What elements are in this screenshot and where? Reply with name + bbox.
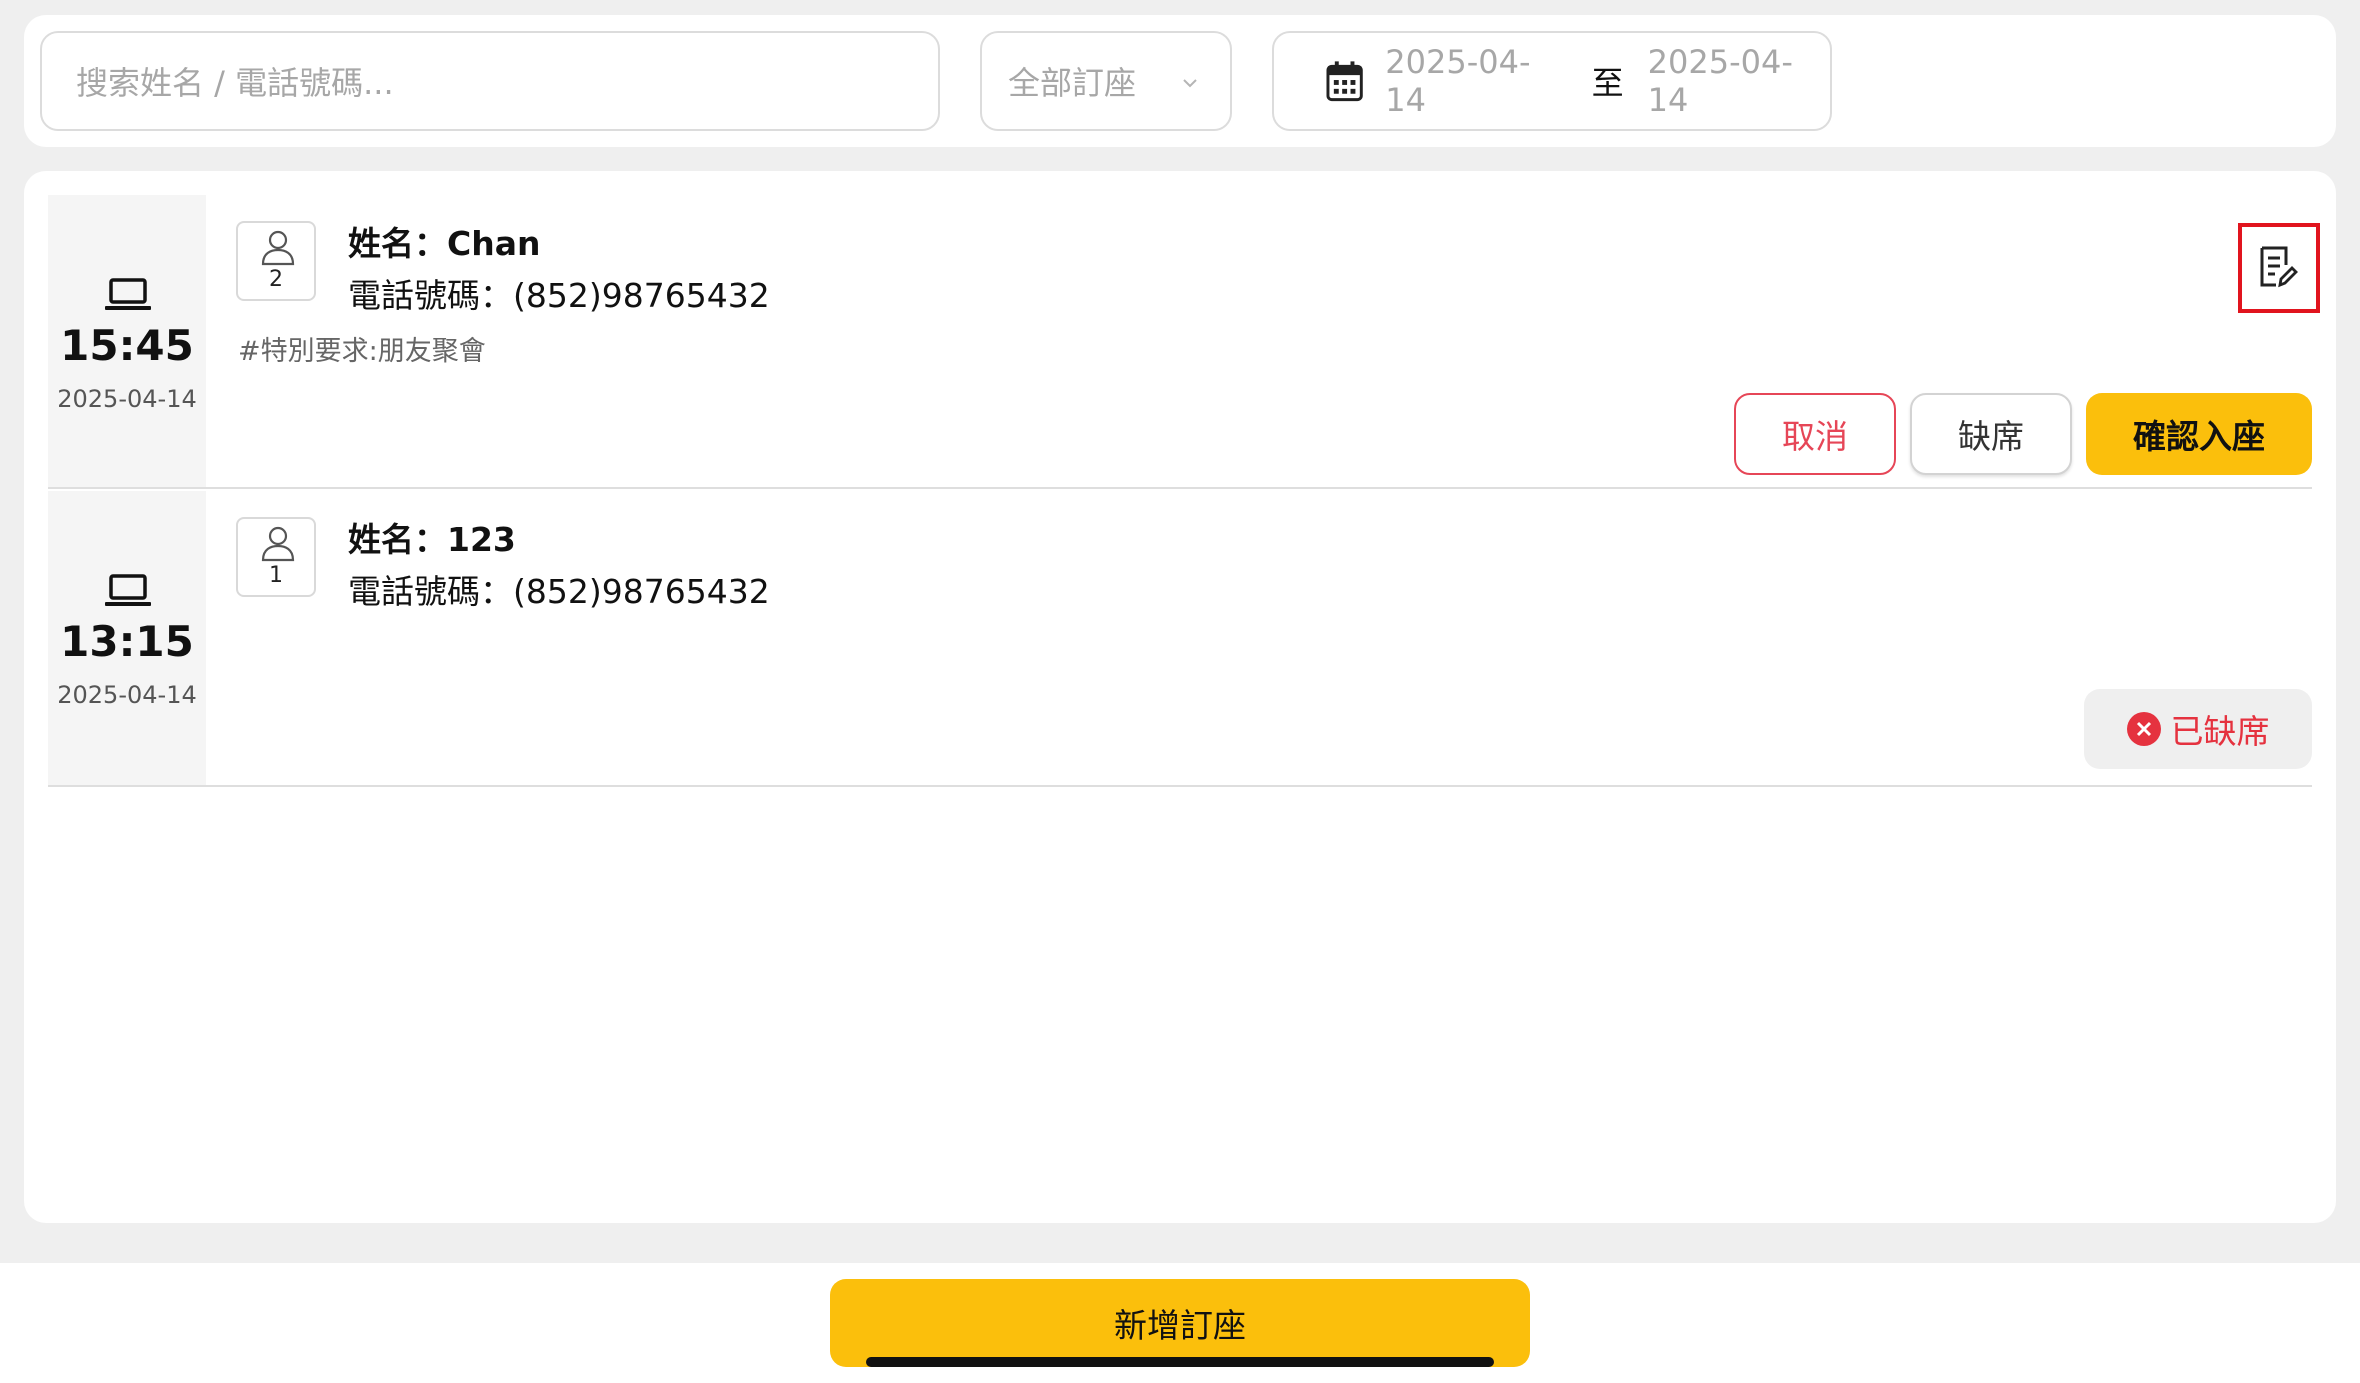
confirm-seating-button[interactable]: 確認入座: [2086, 393, 2312, 475]
reservation-date: 2025-04-14: [57, 681, 197, 709]
reservation-time-column: 13:15 2025-04-14: [48, 491, 206, 785]
guest-count-box: 1: [236, 517, 316, 597]
no-show-status-badge: 已缺席: [2084, 689, 2312, 769]
reservation-time: 15:45: [60, 321, 194, 370]
chevron-down-icon: [1183, 79, 1197, 88]
bottom-bar: 新增訂座: [0, 1263, 2360, 1383]
search-input[interactable]: 搜索姓名 / 電話號碼...: [40, 31, 940, 131]
calendar-icon: [1326, 61, 1363, 102]
reservation-time: 13:15: [60, 617, 194, 666]
edit-reservation-button[interactable]: [2238, 223, 2320, 313]
special-request: #特別要求:朋友聚會: [238, 336, 486, 367]
reservation-row: 13:15 2025-04-14 1 姓名：123 電話號碼：(852)9876…: [48, 491, 2312, 787]
reservation-list: 15:45 2025-04-14 2 姓名：Chan 電話號碼：(852)987…: [24, 171, 2336, 1223]
laptop-icon: [105, 574, 151, 606]
laptop-icon: [105, 278, 151, 310]
date-from: 2025-04-14: [1385, 43, 1531, 119]
no-show-button[interactable]: 缺席: [1910, 393, 2072, 475]
cancel-button[interactable]: 取消: [1734, 393, 1896, 475]
reservation-date: 2025-04-14: [57, 385, 197, 413]
customer-phone: 電話號碼：(852)98765432: [348, 572, 770, 611]
close-circle-icon: [2126, 712, 2161, 746]
customer-name: 姓名：Chan: [348, 224, 541, 263]
person-icon: [261, 526, 295, 562]
reservation-type-select[interactable]: 全部訂座: [980, 31, 1232, 131]
date-separator: 至: [1591, 64, 1624, 102]
reservation-time-column: 15:45 2025-04-14: [48, 195, 206, 487]
customer-phone: 電話號碼：(852)98765432: [348, 276, 770, 315]
guest-count-box: 2: [236, 221, 316, 301]
filter-bar: 搜索姓名 / 電話號碼... 全部訂座 2025-04-14 至 2025-04…: [24, 15, 2336, 147]
no-show-status-label: 已缺席: [2170, 712, 2270, 751]
reservation-type-label: 全部訂座: [1008, 64, 1137, 102]
reservation-row: 15:45 2025-04-14 2 姓名：Chan 電話號碼：(852)987…: [48, 195, 2320, 489]
person-icon: [261, 230, 295, 266]
guest-count: 1: [269, 563, 283, 588]
guest-count: 2: [269, 267, 283, 292]
date-range-picker[interactable]: 2025-04-14 至 2025-04-14: [1272, 31, 1832, 131]
add-reservation-button[interactable]: 新增訂座: [830, 1279, 1530, 1367]
home-indicator: [866, 1357, 1494, 1367]
customer-name: 姓名：123: [348, 520, 516, 559]
edit-note-icon: [2260, 246, 2298, 288]
date-to: 2025-04-14: [1647, 43, 1793, 119]
